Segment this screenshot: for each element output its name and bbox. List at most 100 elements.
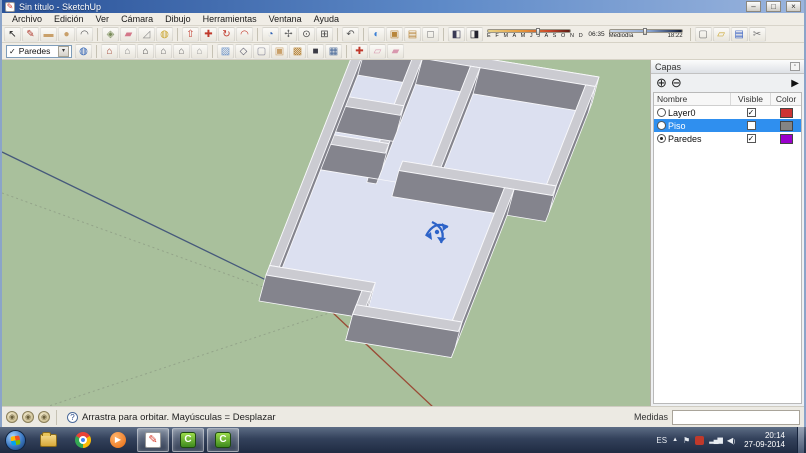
back-edges-style-button[interactable]: ▦ [325, 44, 342, 59]
google-earth-button[interactable]: ◐ [368, 27, 385, 42]
3d-viewport[interactable] [2, 60, 650, 406]
move-tool[interactable]: ✚ [200, 27, 217, 42]
xray-style-button[interactable]: ▨ [217, 44, 234, 59]
line-tool[interactable]: ✎ [22, 27, 39, 42]
zoom-extents-tool[interactable]: ⊞ [316, 27, 333, 42]
menu-ver[interactable]: Ver [90, 14, 116, 24]
visible-checkbox[interactable]: ✓ [747, 108, 756, 117]
action-center-flag-icon[interactable]: ⚑ [683, 436, 690, 445]
layer-row-layer0[interactable]: Layer0✓ [654, 106, 801, 119]
push-pull-tool[interactable]: ⇧ [182, 27, 199, 42]
taskbar-chrome[interactable] [67, 428, 99, 452]
cut-button[interactable]: ✂ [749, 27, 766, 42]
credit-icon[interactable]: ◉ [22, 411, 34, 423]
help-icon[interactable]: ? [67, 412, 78, 423]
layer-row-piso[interactable]: Piso [654, 119, 801, 132]
volume-icon[interactable]: ◀) [727, 436, 735, 445]
view-left-button[interactable]: ⌂ [173, 44, 190, 59]
taskbar-sketchup[interactable]: ✎ [137, 428, 169, 452]
antivirus-icon[interactable] [695, 436, 704, 445]
column-color[interactable]: Color [771, 93, 801, 105]
menu-edicion[interactable]: Edición [48, 14, 90, 24]
share-model-button[interactable]: ▤ [404, 27, 421, 42]
make-component-tool[interactable]: ◈ [102, 27, 119, 42]
close-button[interactable]: × [786, 1, 801, 12]
rectangle-tool[interactable]: ▬ [40, 27, 57, 42]
taskbar-explorer[interactable] [32, 428, 64, 452]
shadow-date-slider[interactable]: E F M A M J J A S O N D [487, 29, 584, 39]
axes-tool[interactable]: ✚ [351, 44, 368, 59]
view-top-button[interactable]: ⌂ [119, 44, 136, 59]
tape-measure-tool[interactable]: ◿ [138, 27, 155, 42]
menu-ventana[interactable]: Ventana [263, 14, 308, 24]
new-button[interactable]: ▢ [695, 27, 712, 42]
shadow-toggle-button[interactable]: ◨ [466, 27, 483, 42]
layer-color-swatch[interactable] [780, 134, 793, 144]
pan-tool[interactable]: ✢ [280, 27, 297, 42]
geolocation-icon[interactable]: ◉ [6, 411, 18, 423]
view-right-button[interactable]: ⌂ [155, 44, 172, 59]
signin-icon[interactable]: ◉ [38, 411, 50, 423]
view-front-button[interactable]: ⌂ [137, 44, 154, 59]
orbit-tool[interactable]: ◔ [262, 27, 279, 42]
chevron-down-icon[interactable]: ▾ [58, 46, 69, 57]
front-face-color-button[interactable]: ▱ [369, 44, 386, 59]
menu-herramientas[interactable]: Herramientas [197, 14, 263, 24]
model-scene[interactable] [2, 60, 650, 406]
hidden-line-style-button[interactable]: ▢ [253, 44, 270, 59]
save-button[interactable]: ▤ [731, 27, 748, 42]
hidden-icons-button[interactable]: ▲ [672, 437, 678, 443]
language-indicator[interactable]: ES [656, 436, 667, 445]
time-slider-thumb[interactable] [643, 28, 647, 35]
start-button[interactable] [5, 430, 26, 451]
panel-collapse-icon[interactable]: ▫ [790, 62, 800, 71]
date-slider-thumb[interactable] [536, 28, 540, 35]
visible-checkbox[interactable]: ✓ [747, 134, 756, 143]
shadow-time-slider[interactable]: Mediodía 18:22 [609, 29, 683, 39]
layers-menu-button[interactable]: ▶ [791, 78, 799, 89]
layer-row-paredes[interactable]: Paredes✓ [654, 132, 801, 145]
arc-tool[interactable]: ◠ [76, 27, 93, 42]
open-button[interactable]: ▱ [713, 27, 730, 42]
show-desktop-button[interactable] [797, 427, 804, 453]
menu-archivo[interactable]: Archivo [6, 14, 48, 24]
wireframe-style-button[interactable]: ◇ [235, 44, 252, 59]
toggle-terrain-button[interactable]: ◻ [422, 27, 439, 42]
layer-color-swatch[interactable] [780, 121, 793, 131]
shaded-style-button[interactable]: ▣ [271, 44, 288, 59]
taskbar-camtasia-recorder[interactable]: C [172, 428, 204, 452]
taskbar-camtasia-player[interactable]: C [207, 428, 239, 452]
offset-tool[interactable]: ◠ [236, 27, 253, 42]
zoom-tool[interactable]: ⊙ [298, 27, 315, 42]
view-back-button[interactable]: ⌂ [191, 44, 208, 59]
network-icon[interactable]: ▂▄▆ [709, 436, 722, 444]
current-layer-radio[interactable] [657, 121, 666, 130]
paint-bucket-tool[interactable]: ◍ [156, 27, 173, 42]
circle-tool[interactable]: ● [58, 27, 75, 42]
current-layer-radio[interactable] [657, 108, 666, 117]
eraser-tool[interactable]: ▰ [120, 27, 137, 42]
layer-manager-button[interactable]: ◍ [75, 44, 92, 59]
visible-checkbox[interactable] [747, 121, 756, 130]
menu-camara[interactable]: Cámara [115, 14, 159, 24]
measurements-input[interactable] [672, 410, 800, 425]
menu-dibujo[interactable]: Dibujo [159, 14, 197, 24]
menu-ayuda[interactable]: Ayuda [308, 14, 345, 24]
column-visible[interactable]: Visible [731, 93, 771, 105]
previous-view-button[interactable]: ↶ [342, 27, 359, 42]
remove-layer-button[interactable]: ⊖ [671, 75, 682, 91]
back-face-color-button[interactable]: ▰ [387, 44, 404, 59]
view-iso-button[interactable]: ⌂ [101, 44, 118, 59]
minimize-button[interactable]: – [746, 1, 761, 12]
rotate-tool[interactable]: ↻ [218, 27, 235, 42]
maximize-button[interactable]: □ [766, 1, 781, 12]
column-nombre[interactable]: Nombre [654, 93, 731, 105]
layers-dropdown[interactable]: ✓ Paredes ▾ [6, 45, 72, 58]
current-layer-radio[interactable] [657, 134, 666, 143]
layer-color-swatch[interactable] [780, 108, 793, 118]
shadow-dialog-button[interactable]: ◧ [448, 27, 465, 42]
taskbar-media-player[interactable]: ▶ [102, 428, 134, 452]
layers-panel-header[interactable]: Capas ▫ [651, 60, 804, 74]
add-layer-button[interactable]: ⊕ [656, 75, 667, 91]
textured-style-button[interactable]: ▩ [289, 44, 306, 59]
